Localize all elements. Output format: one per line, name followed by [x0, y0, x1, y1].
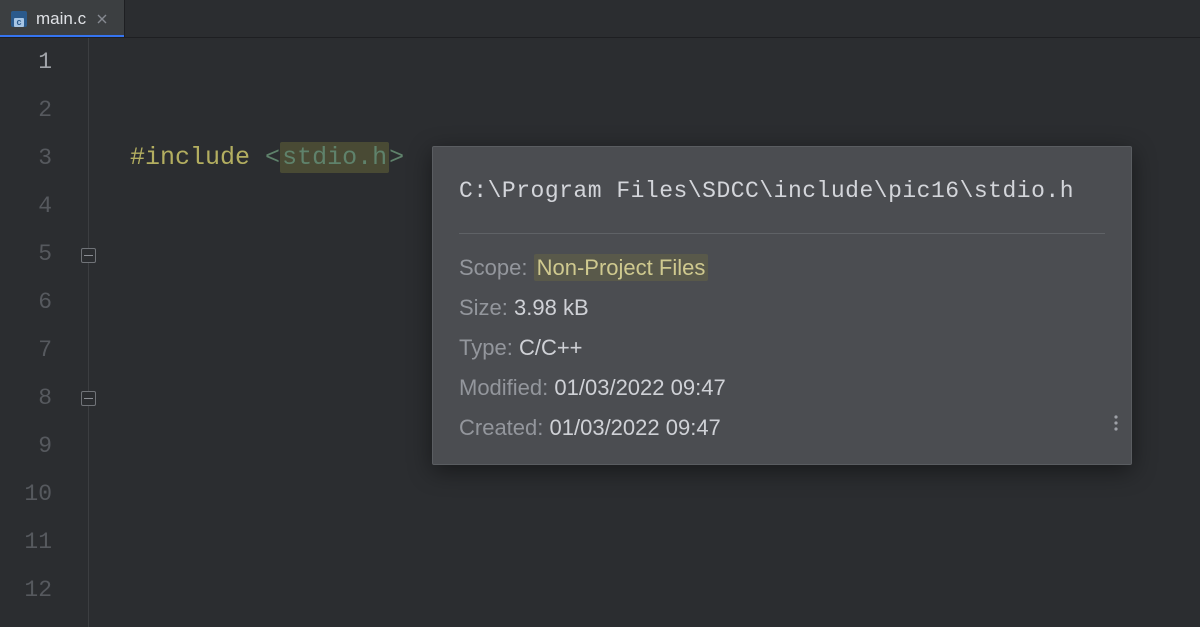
popup-scope-row: Scope: Non-Project Files [459, 248, 1105, 288]
line-number: 1 [0, 38, 52, 86]
line-number: 10 [0, 470, 52, 518]
line-number: 7 [0, 326, 52, 374]
file-tab-main[interactable]: c main.c [0, 0, 125, 37]
fold-toggle-icon[interactable] [81, 391, 96, 406]
tab-label: main.c [36, 9, 86, 29]
popup-type-row: Type: C/C++ [459, 328, 1105, 368]
line-number: 8 [0, 374, 52, 422]
line-number: 6 [0, 278, 52, 326]
popup-size-row: Size: 3.98 kB [459, 288, 1105, 328]
fold-gutter [70, 38, 110, 627]
line-number: 3 [0, 134, 52, 182]
line-number: 12 [0, 566, 52, 614]
line-number-gutter: 1 2 3 4 5 6 7 8 9 10 11 12 [0, 38, 70, 627]
c-file-icon: c [10, 10, 28, 28]
line-number: 4 [0, 182, 52, 230]
line-number: 2 [0, 86, 52, 134]
svg-text:c: c [16, 17, 21, 27]
line-number: 11 [0, 518, 52, 566]
popup-file-path: C:\Program Files\SDCC\include\pic16\stdi… [459, 167, 1105, 215]
line-number: 5 [0, 230, 52, 278]
quick-doc-popup: C:\Program Files\SDCC\include\pic16\stdi… [432, 146, 1132, 465]
fold-toggle-icon[interactable] [81, 248, 96, 263]
include-target[interactable]: stdio.h [280, 142, 389, 173]
line-number: 9 [0, 422, 52, 470]
close-icon[interactable] [94, 11, 110, 27]
popup-created-row: Created: 01/03/2022 09:47 [459, 408, 1105, 448]
more-icon[interactable] [1113, 402, 1119, 450]
code-editor[interactable]: 1 2 3 4 5 6 7 8 9 10 11 12 #include <std… [0, 38, 1200, 627]
popup-modified-row: Modified: 01/03/2022 09:47 [459, 368, 1105, 408]
tab-bar: c main.c [0, 0, 1200, 38]
